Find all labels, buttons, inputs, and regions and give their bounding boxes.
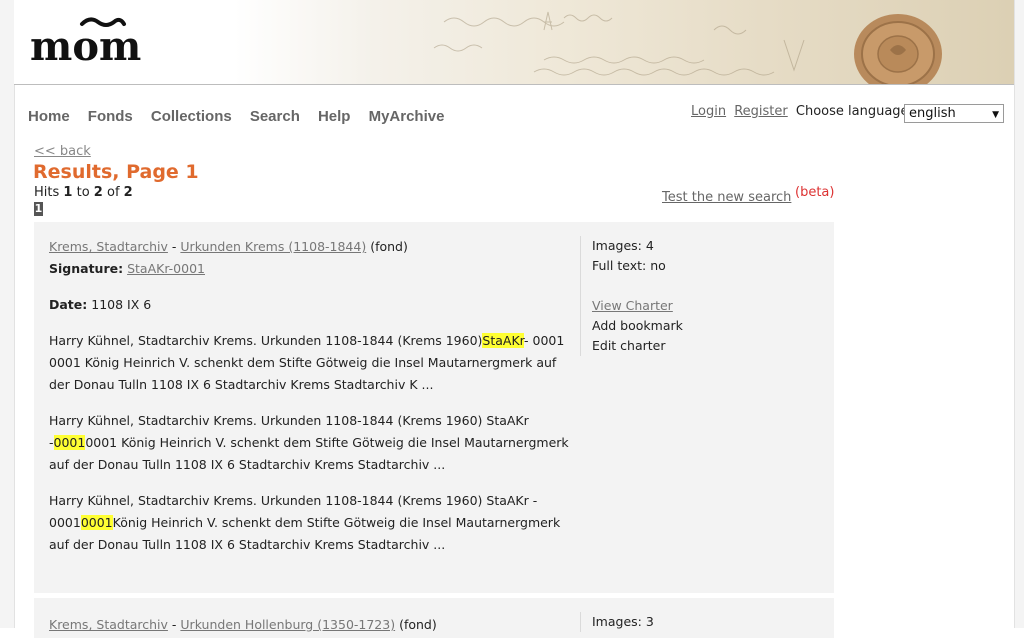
hits-prefix: Hits	[34, 185, 60, 200]
hits-to-word: to	[76, 185, 90, 200]
register-link[interactable]: Register	[734, 104, 788, 119]
add-bookmark-action[interactable]: Add bookmark	[592, 316, 832, 336]
date-label: Date:	[49, 297, 88, 312]
nav-home[interactable]: Home	[28, 108, 70, 125]
result-actions: Images: 3	[580, 612, 832, 632]
snippet-highlight: 0001	[80, 515, 113, 530]
nav-myarchive[interactable]: MyArchive	[369, 108, 445, 125]
snippet-text: König Heinrich V. schenkt dem Stifte Göt…	[49, 515, 561, 552]
view-charter-link[interactable]: View Charter	[592, 298, 673, 313]
fond-link[interactable]: Urkunden Krems (1108-1844)	[180, 239, 366, 254]
page-title: Results, Page 1	[33, 161, 199, 183]
nav-search[interactable]: Search	[250, 108, 300, 125]
beta-label: (beta)	[795, 185, 835, 200]
search-snippet: Harry Kühnel, Stadtarchiv Krems. Urkunde…	[49, 410, 569, 476]
edit-charter-action[interactable]: Edit charter	[592, 336, 832, 356]
result-actions: Images: 4 Full text: no View Charter Add…	[580, 236, 832, 356]
account-area: Login Register Choose language:	[691, 104, 913, 119]
header-divider	[14, 84, 1014, 85]
date-row: Date: 1108 IX 6	[49, 294, 569, 316]
snippet-text: Harry Kühnel, Stadtarchiv Krems. Urkunde…	[49, 333, 483, 348]
fond-link[interactable]: Urkunden Hollenburg (1350-1723)	[180, 617, 395, 632]
search-snippet: Harry Kühnel, Stadtarchiv Krems. Urkunde…	[49, 490, 569, 556]
fond-suffix: (fond)	[370, 239, 408, 254]
result-details: Krems, Stadtarchiv - Urkunden Hollenburg…	[49, 614, 569, 636]
hits-to: 2	[93, 185, 103, 200]
search-snippet: Harry Kühnel, Stadtarchiv Krems. Urkunde…	[49, 330, 569, 396]
fond-suffix: (fond)	[399, 617, 437, 632]
new-search-link[interactable]: Test the new search	[662, 190, 791, 205]
main-nav: Home Fonds Collections Search Help MyArc…	[28, 106, 457, 125]
hits-summary: Hits 1 to 2 of 2	[34, 185, 133, 200]
breadcrumb-separator: -	[171, 239, 177, 254]
images-count: Images: 4	[592, 238, 654, 253]
snippet-highlight: StaAKr	[482, 333, 525, 348]
breadcrumb-separator: -	[171, 617, 177, 632]
nav-help[interactable]: Help	[318, 108, 351, 125]
snippet-highlight: 0001	[53, 435, 86, 450]
dropdown-arrow-icon: ▼	[992, 110, 999, 120]
date-value: 1108 IX 6	[91, 297, 152, 312]
header-banner	[14, 0, 1014, 84]
signature-label: Signature:	[49, 261, 124, 276]
logo-text: mom	[30, 23, 141, 68]
hits-total: 2	[123, 185, 133, 200]
hits-from: 1	[63, 185, 73, 200]
result-details: Krems, Stadtarchiv - Urkunden Krems (110…	[49, 236, 569, 556]
nav-collections[interactable]: Collections	[151, 108, 232, 125]
archive-link[interactable]: Krems, Stadtarchiv	[49, 239, 168, 254]
signature-link[interactable]: StaAKr-0001	[127, 261, 205, 276]
nav-fonds[interactable]: Fonds	[88, 108, 133, 125]
choose-language-label: Choose language:	[795, 104, 913, 119]
language-select-value: english	[909, 106, 956, 121]
language-select[interactable]: english ▼	[904, 104, 1004, 123]
left-gutter	[0, 0, 15, 628]
result-card: Krems, Stadtarchiv - Urkunden Krems (110…	[34, 222, 834, 593]
right-gutter	[1014, 0, 1024, 628]
hits-of-word: of	[106, 185, 120, 200]
fulltext-status: Full text: no	[592, 258, 666, 273]
signature-row: Signature: StaAKr-0001	[49, 258, 569, 280]
result-card: Krems, Stadtarchiv - Urkunden Hollenburg…	[34, 598, 834, 638]
result-breadcrumb: Krems, Stadtarchiv - Urkunden Krems (110…	[49, 236, 569, 258]
page-number-current[interactable]: 1	[34, 202, 43, 216]
images-count: Images: 3	[592, 614, 654, 629]
mom-logo[interactable]: mom	[30, 8, 160, 68]
result-breadcrumb: Krems, Stadtarchiv - Urkunden Hollenburg…	[49, 614, 569, 636]
back-link[interactable]: << back	[34, 144, 91, 159]
archive-link[interactable]: Krems, Stadtarchiv	[49, 617, 168, 632]
login-link[interactable]: Login	[691, 104, 726, 119]
snippet-text: 0001 König Heinrich V. schenkt dem Stift…	[49, 435, 569, 472]
wax-seal-image	[854, 14, 942, 84]
manuscript-background-image	[433, 11, 805, 76]
